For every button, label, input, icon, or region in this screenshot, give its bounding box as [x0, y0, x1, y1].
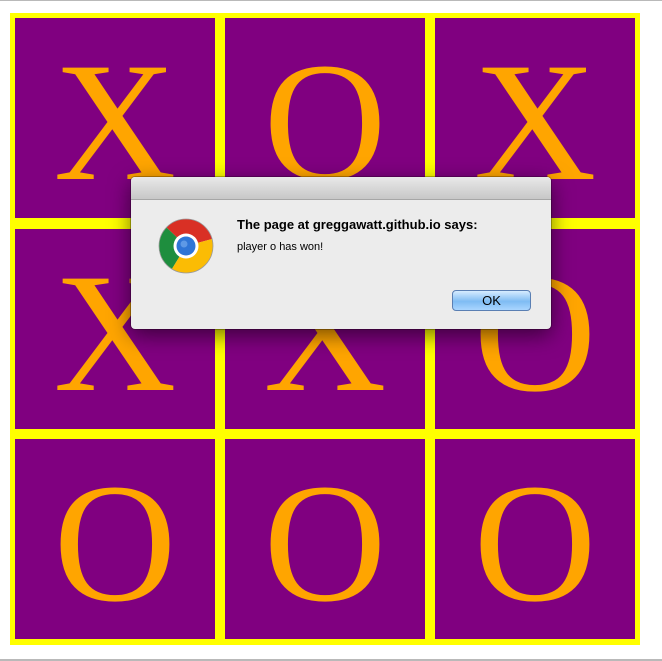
cell-mark: O	[53, 449, 177, 637]
dialog-title: The page at greggawatt.github.io says:	[237, 217, 478, 232]
tic-tac-toe-board: X O X X X O O O O	[10, 13, 640, 645]
chrome-logo-icon	[158, 218, 214, 274]
dialog-message: player o has won!	[237, 241, 324, 253]
cell-mark: O	[263, 449, 387, 637]
dialog-titlebar	[131, 177, 551, 200]
alert-dialog: The page at greggawatt.github.io says: p…	[131, 177, 551, 329]
board-cell-7[interactable]: O	[15, 439, 215, 639]
ok-button[interactable]: OK	[452, 290, 531, 311]
board-cell-8[interactable]: O	[225, 439, 425, 639]
page-top-divider	[0, 0, 662, 1]
cell-mark: O	[473, 449, 597, 637]
board-cell-9[interactable]: O	[435, 439, 635, 639]
